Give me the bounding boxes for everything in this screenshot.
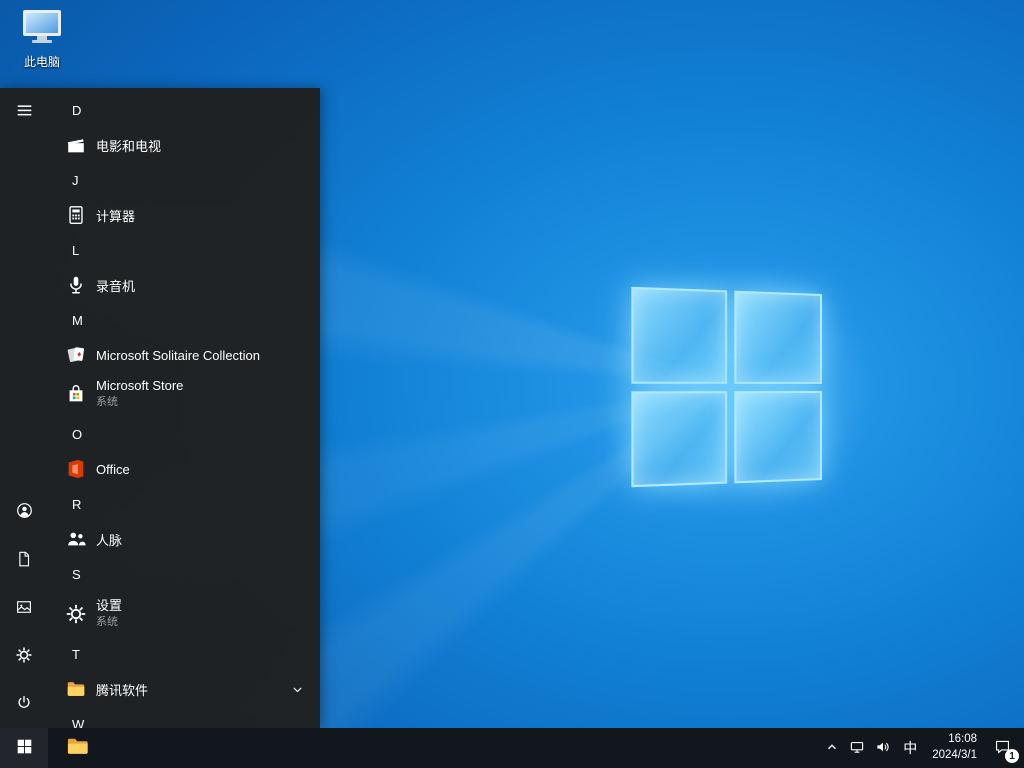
windows-logo-pane — [733, 390, 822, 484]
section-letter-label: O — [72, 426, 83, 442]
file-explorer-icon — [66, 734, 91, 762]
office-icon — [64, 457, 88, 481]
chevron-down-icon — [291, 683, 304, 696]
documents-button[interactable] — [0, 536, 48, 584]
app-item-people[interactable]: 人脉 — [48, 522, 320, 556]
app-sublabel: 系统 — [96, 616, 118, 629]
ime-indicator[interactable]: 中 — [896, 728, 924, 768]
section-letter-W[interactable]: W — [48, 706, 320, 729]
notification-badge: 1 — [1005, 749, 1019, 763]
app-item-office[interactable]: Office — [48, 452, 320, 486]
app-label: Office — [96, 461, 130, 477]
app-label: 录音机 — [96, 278, 136, 294]
network-button[interactable] — [844, 728, 870, 768]
section-letter-S[interactable]: S — [48, 556, 320, 592]
section-letter-label: M — [72, 312, 83, 328]
section-letter-L[interactable]: L — [48, 232, 320, 268]
app-label: 腾讯软件 — [96, 682, 149, 698]
app-label: 电影和电视 — [96, 138, 162, 154]
gear-icon — [64, 602, 88, 626]
section-letter-D[interactable]: D — [48, 92, 320, 128]
volume-button[interactable] — [870, 728, 896, 768]
section-letter-label: W — [72, 716, 85, 729]
desktop-icon-label: 此电脑 — [23, 55, 60, 69]
desktop: 此电脑 D 电影和电视 J 计算器 L 录音机 M Microsoft Soli… — [0, 0, 1024, 768]
calculator-icon — [64, 203, 88, 227]
start-menu-app-list: D 电影和电视 J 计算器 L 录音机 M Microsoft Solitair… — [48, 88, 320, 728]
network-icon — [849, 739, 865, 758]
store-icon — [64, 382, 88, 406]
start-button[interactable] — [0, 728, 48, 768]
section-letter-label: T — [72, 646, 80, 662]
movies-tv-icon — [64, 133, 88, 157]
power-icon — [15, 694, 33, 715]
app-label: 设置 — [96, 598, 123, 614]
this-pc-icon — [20, 8, 64, 51]
start-menu-rail — [0, 88, 48, 728]
section-letter-label: S — [72, 566, 81, 582]
windows-logo-pane — [631, 390, 727, 488]
clock-date: 2024/3/1 — [932, 749, 977, 761]
section-letter-label: J — [72, 172, 79, 188]
speaker-icon — [875, 739, 891, 758]
app-label: Microsoft Store — [96, 378, 184, 394]
app-item-settings[interactable]: 设置 系统 — [48, 592, 320, 636]
app-label: 计算器 — [96, 208, 136, 224]
start-menu: D 电影和电视 J 计算器 L 录音机 M Microsoft Solitair… — [0, 88, 320, 728]
hamburger-icon — [16, 102, 33, 122]
people-icon — [64, 527, 88, 551]
clock-time: 16:08 — [948, 733, 977, 746]
section-letter-M[interactable]: M — [48, 302, 320, 338]
app-item-solitaire[interactable]: Microsoft Solitaire Collection — [48, 338, 320, 372]
app-label: Microsoft Solitaire Collection — [96, 347, 261, 363]
desktop-icon-this-pc[interactable]: 此电脑 — [6, 8, 78, 70]
pictures-icon — [15, 598, 33, 619]
settings-button[interactable] — [0, 632, 48, 680]
expand-menu-button[interactable] — [0, 88, 48, 136]
account-button[interactable] — [0, 488, 48, 536]
file-explorer-button[interactable] — [54, 728, 102, 768]
action-center-button[interactable]: 1 — [985, 728, 1020, 768]
app-text: 设置 系统 — [96, 598, 122, 629]
section-letter-label: D — [72, 102, 82, 118]
app-sublabel: 系统 — [96, 396, 118, 409]
system-tray: 中 16:08 2024/3/1 1 — [820, 728, 1024, 768]
app-item-tencent-folder[interactable]: 腾讯软件 — [48, 672, 320, 706]
windows-logo — [631, 286, 822, 488]
voice-recorder-icon — [64, 273, 88, 297]
app-item-movies-tv[interactable]: 电影和电视 — [48, 128, 320, 162]
rail-bottom-group — [0, 488, 48, 728]
folder-icon — [64, 677, 88, 701]
pictures-button[interactable] — [0, 584, 48, 632]
taskbar-clock[interactable]: 16:08 2024/3/1 — [924, 728, 985, 768]
app-item-calculator[interactable]: 计算器 — [48, 198, 320, 232]
section-letter-T[interactable]: T — [48, 636, 320, 672]
app-item-microsoft-store[interactable]: Microsoft Store 系统 — [48, 372, 320, 416]
windows-logo-pane — [631, 286, 727, 384]
user-icon — [15, 501, 34, 523]
app-text: Microsoft Store 系统 — [96, 378, 183, 409]
windows-start-icon — [16, 738, 33, 758]
section-letter-J[interactable]: J — [48, 162, 320, 198]
gear-icon — [15, 646, 33, 667]
taskbar: 中 16:08 2024/3/1 1 — [0, 728, 1024, 768]
app-label: 人脉 — [96, 532, 123, 548]
tray-overflow-button[interactable] — [820, 728, 844, 768]
chevron-up-icon — [825, 740, 839, 757]
section-letter-label: L — [72, 242, 80, 258]
solitaire-icon — [64, 343, 88, 367]
windows-logo-pane — [733, 290, 822, 384]
document-icon — [15, 550, 33, 571]
app-item-voice-recorder[interactable]: 录音机 — [48, 268, 320, 302]
section-letter-label: R — [72, 496, 82, 512]
section-letter-O[interactable]: O — [48, 416, 320, 452]
section-letter-R[interactable]: R — [48, 486, 320, 522]
power-button[interactable] — [0, 680, 48, 728]
